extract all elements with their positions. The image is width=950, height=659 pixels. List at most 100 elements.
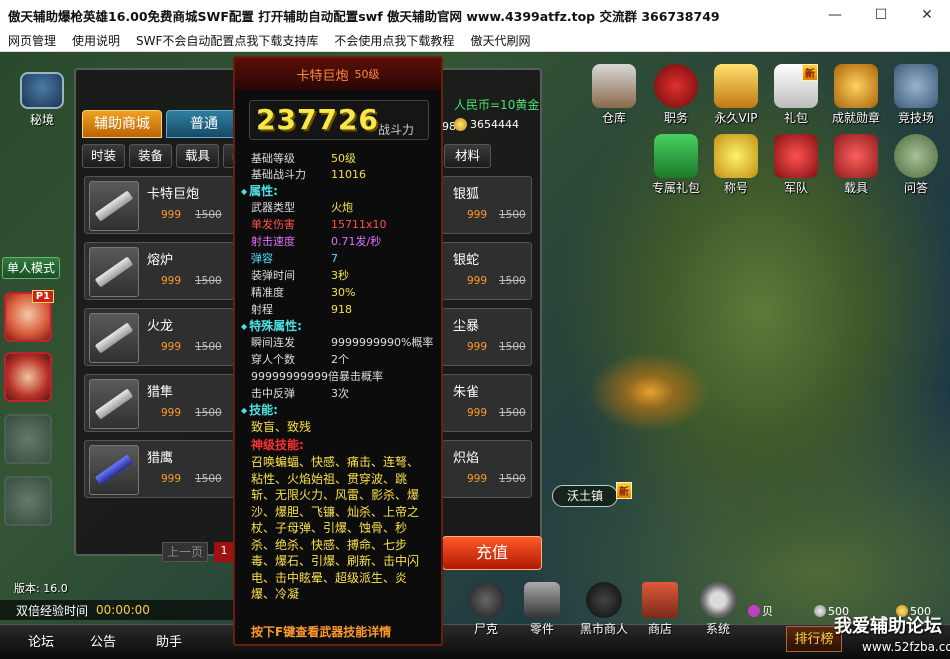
window-controls: — ☐ ✕ [812, 0, 950, 30]
cat-materials[interactable]: 材料 [444, 144, 492, 168]
item-old-price: 1500 [499, 341, 526, 353]
merchant-icon [586, 582, 622, 618]
skill-list: 致盲、致残 [251, 420, 312, 434]
vehicle-button[interactable]: 载具 [826, 134, 886, 196]
stat-row: 瞬间连发 9999999990%概率 [251, 334, 433, 350]
vehicle-label: 载具 [843, 181, 868, 195]
player3-avatar[interactable] [4, 414, 52, 464]
notice-link[interactable]: 公告 [90, 631, 116, 650]
cat-fashion[interactable]: 时装 [82, 144, 126, 168]
stat-value: 3次 [331, 387, 349, 400]
power-value: 237726 [256, 103, 379, 136]
achievement-button[interactable]: 成就勋章 [826, 64, 886, 126]
item-price: 999 [467, 473, 488, 485]
maximize-button[interactable]: ☐ [858, 0, 904, 30]
vehicle-icon [834, 134, 878, 178]
player2-avatar[interactable] [4, 352, 52, 402]
shop-item[interactable]: 炽焰 999 1500 [442, 440, 532, 498]
stat-key: 武器类型 [251, 201, 295, 214]
gold-amount: 3654444 [470, 118, 519, 131]
parts-button[interactable]: 零件 [524, 582, 560, 637]
arena-button[interactable]: 竞技场 [886, 64, 946, 126]
menu-bar: 网页管理 使用说明 SWF不会自动配置点我下载支持库 不会使用点我下载教程 傲天… [0, 30, 950, 52]
item-old-price: 1500 [195, 275, 222, 287]
forum-watermark: 我爱辅助论坛 [834, 616, 942, 637]
menu-usage[interactable]: 使用说明 [64, 32, 128, 49]
recharge-button[interactable]: 充值 [442, 536, 542, 570]
cat-vehicle[interactable]: 载具 [176, 144, 220, 168]
item-name: 朱雀 [453, 385, 480, 400]
menu-proxy-site[interactable]: 傲天代刷网 [462, 32, 538, 49]
town-marker[interactable]: 沃土镇 [552, 485, 619, 507]
item-price: 999 [467, 341, 488, 353]
divine-skill-title: 神级技能: [251, 438, 304, 452]
menu-tutorial[interactable]: 不会使用点我下载教程 [326, 32, 462, 49]
cat-equipment[interactable]: 装备 [129, 144, 173, 168]
stat-row: 精准度 30% [251, 284, 355, 300]
shop-item[interactable]: 火龙 999 1500 [84, 308, 234, 366]
rmb-rate: 人民币=10黄金 [454, 98, 540, 112]
item-thumb [89, 313, 139, 363]
stat-key: 弹容 [251, 252, 273, 265]
black-market-button[interactable]: 黑市商人 [580, 582, 628, 637]
title-button[interactable]: 称号 [706, 134, 766, 196]
stat-key: 单发伤害 [251, 218, 295, 231]
forum-link[interactable]: 论坛 [28, 631, 54, 650]
item-old-price: 1500 [195, 209, 222, 221]
shop-item[interactable]: 猎鹰 999 1500 [84, 440, 234, 498]
mijing-button[interactable]: 秘境 [14, 72, 70, 128]
app-window: 傲天辅助爆枪英雄16.00免费商城SWF配置 打开辅助自动配置swf 傲天辅助官… [0, 0, 950, 659]
stat-key: 瞬间连发 [251, 336, 295, 349]
stat-value: 暴击概率 [338, 370, 383, 383]
stat-row: 单发伤害 15711x10 [251, 216, 387, 232]
item-name: 火龙 [147, 319, 174, 334]
item-name: 卡特巨炮 [147, 187, 200, 202]
forum-watermark-url: www.52fzba.com [862, 640, 950, 654]
shop-item[interactable]: 银狐 999 1500 [442, 176, 532, 234]
warehouse-button[interactable]: 仓库 [584, 64, 644, 126]
sniper-icon [94, 454, 134, 486]
item-price: 999 [161, 341, 182, 353]
gift-pack-button[interactable]: 新 礼包 [766, 64, 826, 126]
player1-avatar[interactable]: P1 [4, 290, 54, 342]
cannon-icon [94, 256, 134, 288]
tab-normal[interactable]: 普通 [166, 110, 242, 138]
army-icon [774, 134, 818, 178]
item-price: 999 [161, 407, 182, 419]
shop-item[interactable]: 朱雀 999 1500 [442, 374, 532, 432]
army-button[interactable]: 军队 [766, 134, 826, 196]
menu-swf-download[interactable]: SWF不会自动配置点我下载支持库 [128, 32, 326, 49]
prev-page-button[interactable]: 上一页 [162, 542, 208, 562]
qa-button[interactable]: 问答 [886, 134, 946, 196]
shop-icon [642, 582, 678, 618]
category-tabs: 时装 装备 载具 基 [82, 144, 258, 168]
store-button[interactable]: 商店 [642, 582, 678, 637]
minimize-button[interactable]: — [812, 0, 858, 30]
tab-aux-shop[interactable]: 辅助商城 [82, 110, 162, 138]
page-number[interactable]: 1 [214, 542, 234, 562]
shop-item[interactable]: 卡特巨炮 999 1500 [84, 176, 234, 234]
player4-avatar[interactable] [4, 476, 52, 526]
vip-button[interactable]: 永久VIP [706, 64, 766, 126]
stat-row: 弹容 7 [251, 250, 338, 266]
system-button[interactable]: 系统 [700, 582, 736, 637]
menu-page-manage[interactable]: 网页管理 [0, 32, 64, 49]
item-price: 999 [467, 407, 488, 419]
single-mode-button[interactable]: 单人模式 [2, 257, 60, 279]
duty-button[interactable]: 职务 [646, 64, 706, 126]
shop-item[interactable]: 熔炉 999 1500 [84, 242, 234, 300]
exclusive-gift-button[interactable]: 专属礼包 [646, 134, 706, 196]
title-label: 称号 [723, 181, 748, 195]
zombie-shop-button[interactable]: 尸克 [468, 582, 504, 637]
helper-link[interactable]: 助手 [156, 631, 182, 650]
shop-item[interactable]: 猎隼 999 1500 [84, 374, 234, 432]
crown-icon [714, 134, 758, 178]
close-button[interactable]: ✕ [904, 0, 950, 30]
item-old-price: 1500 [195, 407, 222, 419]
item-name: 银蛇 [453, 253, 480, 268]
stat-value: 0.71发/秒 [331, 235, 382, 248]
stat-row: 穿人个数 2个 [251, 351, 349, 367]
shop-item[interactable]: 尘暴 999 1500 [442, 308, 532, 366]
shop-item[interactable]: 银蛇 999 1500 [442, 242, 532, 300]
cannon-icon [94, 190, 134, 222]
